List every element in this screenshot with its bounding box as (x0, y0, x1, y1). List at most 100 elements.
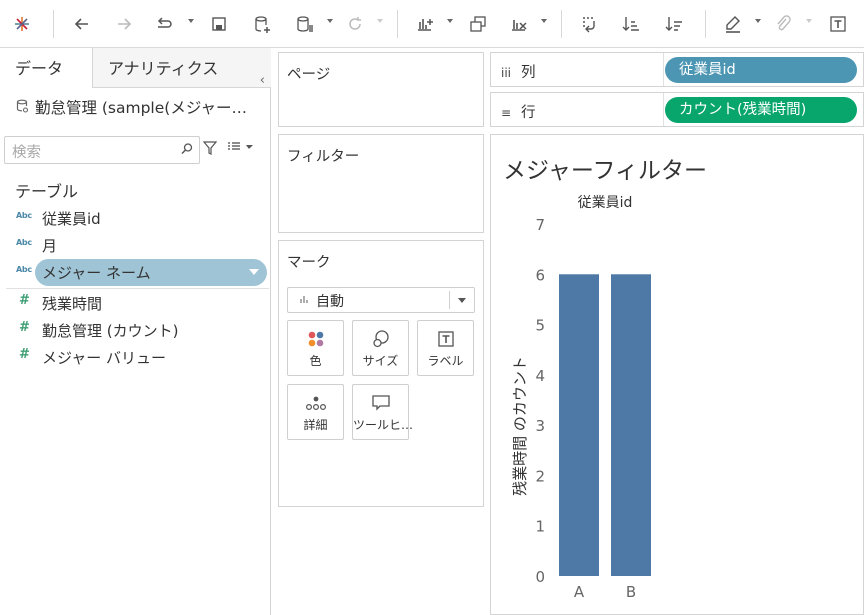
rows-icon: ≡ (501, 106, 512, 120)
filter-icon[interactable] (202, 141, 218, 159)
datasource-icon (16, 99, 30, 116)
datasource-name: 勤怠管理 (sample(メジャー… (34, 99, 248, 117)
sort-descending-icon[interactable] (662, 12, 686, 36)
datasource-row[interactable]: 勤怠管理 (sample(メジャー… (16, 96, 247, 118)
search-placeholder: 検索 (12, 145, 41, 161)
y-tick-label: 3 (535, 417, 545, 435)
clear-dropdown-icon[interactable] (541, 19, 547, 23)
size-button-label: サイズ (362, 354, 399, 368)
mark-type-select[interactable]: 自動 (287, 287, 475, 313)
group-icon[interactable] (771, 12, 795, 36)
rows-label: 行 (521, 105, 536, 121)
clear-sheet-icon[interactable] (507, 12, 531, 36)
field-overtime-hours[interactable]: # 残業時間 (0, 290, 271, 317)
toolbar-separator (53, 10, 54, 38)
redo-icon[interactable] (112, 12, 136, 36)
color-icon (288, 329, 343, 349)
new-worksheet-icon[interactable] (413, 12, 437, 36)
detail-icon (288, 393, 343, 413)
toolbar-separator (397, 10, 398, 38)
field-dropdown-icon[interactable] (249, 269, 259, 275)
pages-card[interactable]: ページ (278, 52, 484, 127)
pause-dropdown-icon[interactable] (327, 19, 333, 23)
shelf-separator (663, 53, 664, 86)
field-label: 月 (42, 237, 58, 255)
label-button-label: ラベル (427, 354, 464, 368)
chevron-down-icon[interactable] (458, 298, 466, 303)
filters-card-title: フィルター (287, 149, 360, 165)
field-measure-values[interactable]: # メジャー バリュー (0, 344, 271, 371)
bar-chart: 従業員id 0 1 2 3 4 5 6 7 残業時間 のカウント A B (511, 195, 657, 601)
sort-ascending-icon[interactable] (619, 12, 643, 36)
y-tick-label: 1 (535, 518, 545, 536)
detail-button[interactable]: 詳細 (287, 384, 344, 440)
tableau-logo-icon[interactable] (10, 12, 34, 36)
new-datasource-icon[interactable] (250, 12, 274, 36)
new-worksheet-dropdown-icon[interactable] (447, 19, 453, 23)
undo-icon[interactable] (70, 12, 94, 36)
refresh-icon[interactable] (343, 12, 367, 36)
columns-pill[interactable]: 従業員id (665, 57, 857, 83)
field-month[interactable]: Abc 月 (0, 232, 271, 259)
field-label: 勤怠管理 (カウント) (42, 322, 179, 340)
tab-analytics-label: アナリティクス (108, 59, 219, 78)
columns-label: 列 (521, 65, 536, 81)
size-button[interactable]: サイズ (352, 320, 409, 376)
view-list-icon[interactable] (227, 141, 255, 157)
field-measure-names[interactable]: Abc メジャー ネーム (0, 259, 271, 286)
number-type-icon: # (19, 293, 30, 308)
pane-tabs: データ アナリティクス ‹ (0, 48, 271, 88)
y-tick-label: 7 (535, 216, 545, 234)
field-label: 残業時間 (42, 295, 103, 313)
filters-card[interactable]: フィルター (278, 134, 484, 233)
y-tick-label: 6 (535, 266, 545, 284)
swap-icon[interactable] (577, 12, 601, 36)
column-header-label: 従業員id (578, 195, 633, 211)
search-field[interactable]: 検索 (4, 136, 200, 164)
tab-data[interactable]: データ (0, 48, 92, 88)
marks-card: マーク 自動 色 サイズ ラベル 詳細 ツールヒ… (278, 240, 484, 507)
field-label: メジャー ネーム (42, 264, 151, 282)
marks-card-title: マーク (287, 255, 331, 271)
collapse-pane-icon[interactable]: ‹ (260, 60, 265, 102)
field-employee-id[interactable]: Abc 従業員id (0, 205, 271, 232)
rows-shelf-label: ≡ 行 (501, 101, 536, 122)
x-tick-label: A (574, 583, 585, 601)
tooltip-button[interactable]: ツールヒ… (352, 384, 413, 440)
refresh-dropdown-icon[interactable] (377, 19, 383, 23)
highlight-dropdown-icon[interactable] (755, 19, 761, 23)
detail-button-label: 詳細 (303, 418, 328, 432)
search-icon[interactable] (179, 141, 195, 157)
string-type-icon: Abc (16, 211, 32, 220)
tab-analytics[interactable]: アナリティクス ‹ (92, 48, 271, 88)
highlight-icon[interactable] (721, 12, 745, 36)
color-button-label: 色 (309, 354, 322, 368)
number-type-icon: # (19, 347, 30, 362)
y-axis-label: 残業時間 のカウント (511, 356, 529, 496)
replay-dropdown-icon[interactable] (188, 19, 194, 23)
number-type-icon: # (19, 320, 30, 335)
rows-pill[interactable]: カウント(残業時間) (665, 97, 857, 123)
worksheet-view: メジャーフィルター 従業員id 0 1 2 3 4 5 6 7 残業時間 のカウント A B (490, 134, 864, 615)
toolbar-separator (705, 10, 706, 38)
rows-shelf[interactable]: ≡ 行 カウント(残業時間) (490, 92, 864, 127)
group-dropdown-icon[interactable] (806, 19, 812, 23)
replay-icon[interactable] (152, 12, 176, 36)
field-attendance-count[interactable]: # 勤怠管理 (カウント) (0, 317, 271, 344)
field-label: 従業員id (42, 210, 101, 228)
string-type-icon: Abc (16, 238, 32, 247)
data-pane: データ アナリティクス ‹ 勤怠管理 (sample(メジャー… 検索 テーブル… (0, 48, 271, 615)
pages-card-title: ページ (287, 67, 331, 83)
text-label-icon (418, 329, 473, 349)
label-button[interactable]: ラベル (417, 320, 474, 376)
bar-b (611, 274, 651, 576)
columns-shelf-label: iii 列 (501, 61, 536, 82)
color-button[interactable]: 色 (287, 320, 344, 376)
save-icon[interactable] (207, 12, 231, 36)
pause-updates-icon[interactable] (292, 12, 316, 36)
y-tick-label: 5 (535, 317, 545, 335)
columns-shelf[interactable]: iii 列 従業員id (490, 52, 864, 87)
mark-type-value: 自動 (316, 294, 344, 310)
duplicate-icon[interactable] (466, 12, 490, 36)
show-labels-icon[interactable] (826, 12, 850, 36)
